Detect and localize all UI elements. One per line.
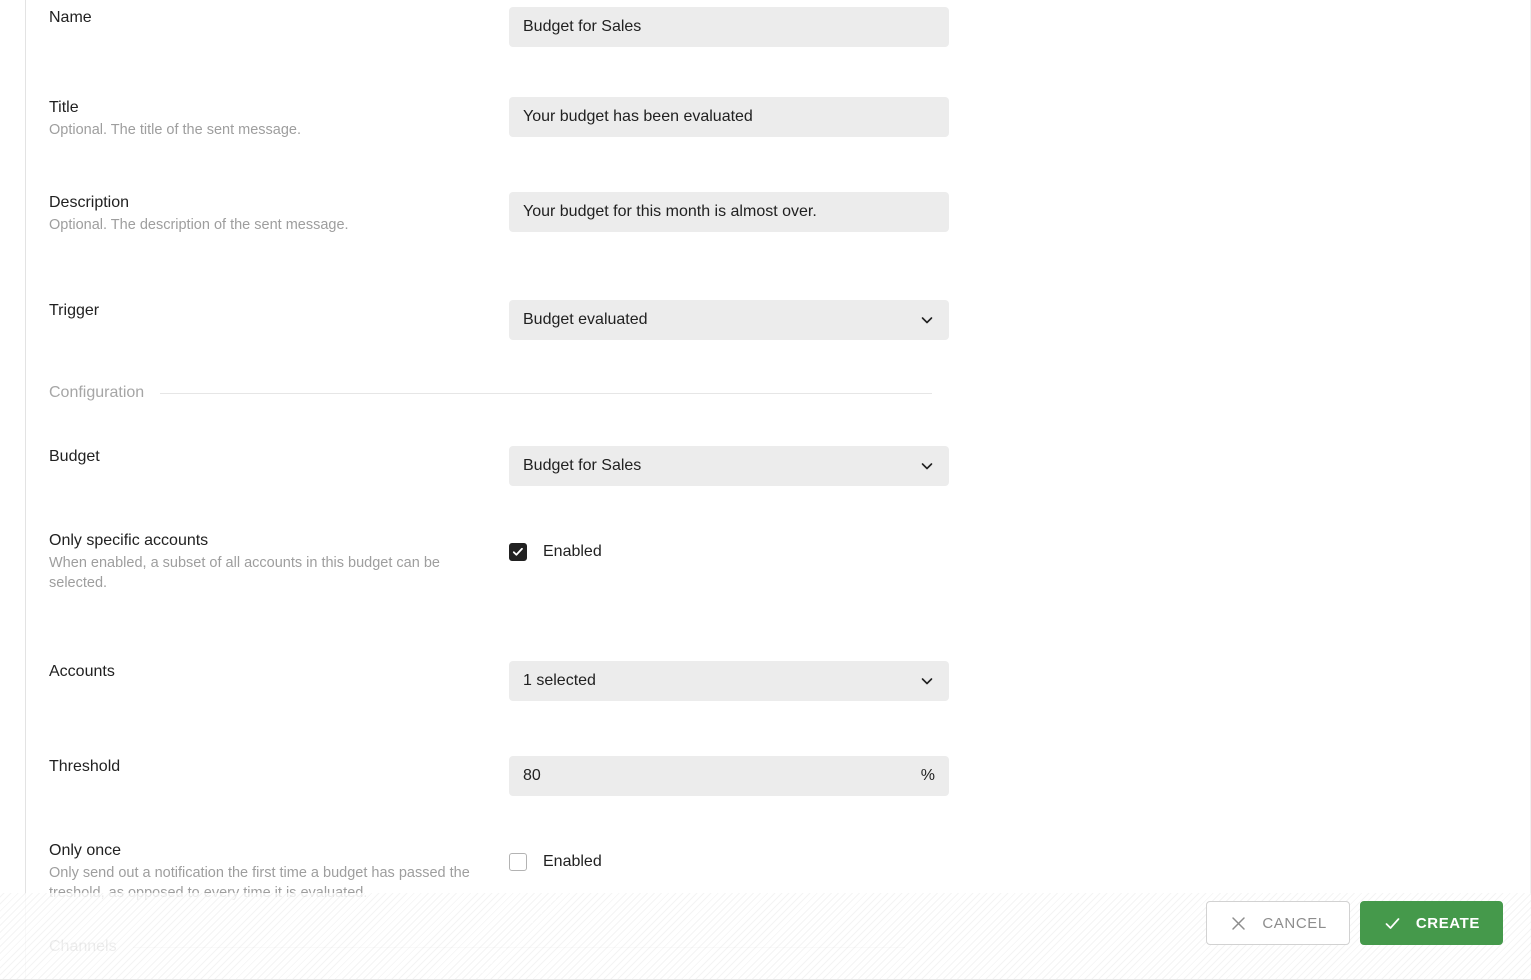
cancel-button[interactable]: CANCEL xyxy=(1206,901,1350,945)
description-input[interactable]: Your budget for this month is almost ove… xyxy=(509,192,949,232)
name-input[interactable]: Budget for Sales xyxy=(509,7,949,47)
name-field-group: Budget for Sales xyxy=(509,7,949,47)
budget-select-value: Budget for Sales xyxy=(523,457,642,474)
trigger-select[interactable]: Budget evaluated xyxy=(509,300,949,340)
description-hint: Optional. The description of the sent me… xyxy=(49,217,349,233)
budget-field-group: Budget for Sales xyxy=(509,446,949,486)
budget-label-group: Budget xyxy=(49,446,489,467)
cancel-button-label: CANCEL xyxy=(1262,914,1327,932)
only-specific-accounts-checkbox[interactable] xyxy=(509,543,527,561)
title-field-group: Your budget has been evaluated xyxy=(509,97,949,137)
only-specific-accounts-checkbox-label: Enabled xyxy=(543,543,602,560)
only-once-checkbox[interactable] xyxy=(509,853,527,871)
form-left-divider xyxy=(25,0,26,980)
threshold-label-group: Threshold xyxy=(49,756,489,777)
budget-select[interactable]: Budget for Sales xyxy=(509,446,949,486)
name-input-value: Budget for Sales xyxy=(523,18,642,35)
threshold-unit-suffix: % xyxy=(920,767,935,784)
chevron-down-icon xyxy=(919,312,935,328)
trigger-label-group: Trigger xyxy=(49,300,489,321)
name-label: Name xyxy=(49,9,92,26)
accounts-select[interactable]: 1 selected xyxy=(509,661,949,701)
description-label: Description xyxy=(49,194,130,211)
only-specific-accounts-label-group: Only specific accounts When enabled, a s… xyxy=(49,530,489,593)
budget-label: Budget xyxy=(49,448,100,465)
title-input-value: Your budget has been evaluated xyxy=(523,108,753,125)
threshold-input[interactable]: 80 % xyxy=(509,756,949,796)
section-configuration-divider xyxy=(160,392,933,394)
accounts-select-value: 1 selected xyxy=(523,672,596,689)
trigger-field-group: Budget evaluated xyxy=(509,300,949,340)
accounts-label: Accounts xyxy=(49,663,115,680)
close-icon xyxy=(1229,914,1248,933)
chevron-down-icon xyxy=(919,673,935,689)
accounts-label-group: Accounts xyxy=(49,661,489,682)
name-label-group: Name xyxy=(49,7,489,28)
threshold-input-value: 80 xyxy=(523,767,541,784)
accounts-field-group: 1 selected xyxy=(509,661,949,701)
chevron-down-icon xyxy=(919,458,935,474)
create-button[interactable]: CREATE xyxy=(1359,901,1503,945)
section-configuration: Configuration xyxy=(49,384,1531,402)
check-icon xyxy=(1383,914,1402,933)
threshold-label: Threshold xyxy=(49,758,121,775)
only-once-checkbox-row[interactable]: Enabled xyxy=(509,853,602,871)
trigger-select-value: Budget evaluated xyxy=(523,311,648,328)
threshold-field-group: 80 % xyxy=(509,756,949,796)
title-label-group: Title Optional. The title of the sent me… xyxy=(49,97,489,141)
form-action-bar: CANCEL CREATE xyxy=(0,893,1531,980)
description-field-group: Your budget for this month is almost ove… xyxy=(509,192,949,232)
title-hint: Optional. The title of the sent message. xyxy=(49,122,302,138)
only-once-label: Only once xyxy=(49,842,122,859)
only-specific-accounts-hint: When enabled, a subset of all accounts i… xyxy=(49,555,440,591)
only-specific-accounts-label: Only specific accounts xyxy=(49,532,209,549)
only-once-checkbox-label: Enabled xyxy=(543,853,602,870)
title-label: Title xyxy=(49,99,79,116)
form-action-buttons: CANCEL CREATE xyxy=(1206,901,1503,945)
description-label-group: Description Optional. The description of… xyxy=(49,192,489,236)
description-input-value: Your budget for this month is almost ove… xyxy=(523,203,817,220)
title-input[interactable]: Your budget has been evaluated xyxy=(509,97,949,137)
only-specific-accounts-checkbox-row[interactable]: Enabled xyxy=(509,543,602,561)
section-configuration-title: Configuration xyxy=(49,384,145,401)
trigger-label: Trigger xyxy=(49,302,100,319)
create-button-label: CREATE xyxy=(1415,914,1480,932)
